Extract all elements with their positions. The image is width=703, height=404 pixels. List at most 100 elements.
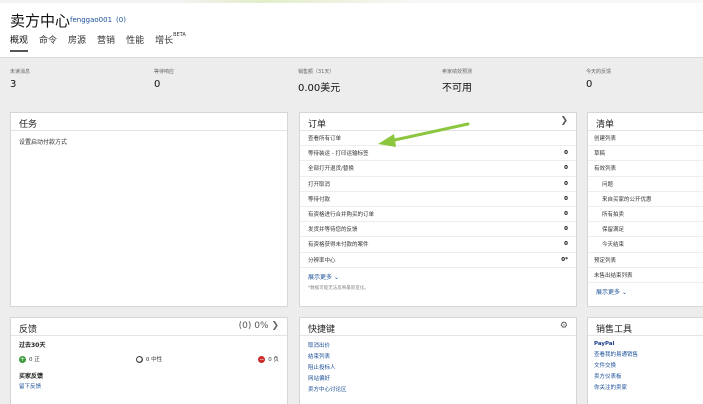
nav-performance[interactable]: 性能: [126, 33, 144, 52]
leave-feedback-link[interactable]: 留下反馈: [11, 380, 287, 392]
stat-label: 卖家绩效预测: [442, 69, 473, 75]
feedback-positive[interactable]: +0 正: [19, 355, 40, 363]
buyer-feedback-title: 买家反馈: [19, 373, 44, 380]
stats-row: 未读消息 3 等待响应 0 销售额（31天） 0.00美元 卖家绩效预测 不可用…: [0, 68, 703, 102]
order-row-label[interactable]: 全部打开退货/替换: [308, 164, 354, 172]
order-row-label[interactable]: 发货并等待您的反馈: [308, 225, 358, 233]
shortcut-link-end-listing[interactable]: 结束列表: [300, 350, 576, 361]
shortcut-link-block-bidder[interactable]: 阻止投标人: [300, 361, 576, 372]
task-item[interactable]: 设置启动付款方式: [11, 131, 287, 152]
listing-row-scheduled[interactable]: 预定列表: [588, 253, 703, 268]
shortcuts-panel: 快捷键 ⚙ 取消出价 结束列表 阻止投标人 网站偏好 卖方中心讨论区: [299, 317, 577, 404]
feedback-score[interactable]: (0) 0% ❯: [239, 321, 279, 331]
main-nav: 概观 命令 房源 营销 性能 增长BETA: [10, 32, 186, 52]
orders-panel-header: 订单 ❯: [300, 113, 576, 131]
nav-listings[interactable]: 房源: [68, 33, 86, 52]
feedback-panel: 反馈 (0) 0% ❯ 过去30天 +0 正 ● 0 中性 −0 负 买家反馈 留…: [10, 317, 288, 404]
nav-orders[interactable]: 命令: [39, 33, 57, 52]
nav-growth-label[interactable]: 增长: [155, 36, 173, 46]
listing-row-questions[interactable]: 问题: [588, 177, 703, 192]
stat-seller-performance[interactable]: 卖家绩效预测 不可用: [442, 68, 472, 94]
order-row-count: 0*: [561, 256, 568, 263]
show-more-label[interactable]: 展示更多: [596, 289, 620, 296]
nav-marketing[interactable]: 营销: [97, 33, 115, 52]
order-row-label[interactable]: 有资格进行合并购买的订单: [308, 210, 374, 218]
chevron-down-icon[interactable]: ⌄: [622, 289, 627, 296]
feedback-negative-count: 0: [268, 357, 272, 363]
feedback-neutral[interactable]: ● 0 中性: [135, 355, 163, 363]
order-row-label[interactable]: 打开取消: [308, 180, 330, 188]
listing-row-reserve-met[interactable]: 保留满足: [588, 222, 703, 238]
gear-icon[interactable]: ⚙: [560, 321, 568, 331]
shortcuts-list: 取消出价 结束列表 阻止投标人 网站偏好 卖方中心讨论区: [300, 336, 576, 394]
feedback-period: 过去30天: [19, 342, 46, 349]
account-link[interactable]: fenggao001 (0): [70, 16, 126, 24]
order-row-unpaid-cases[interactable]: 有资格获得未付款的案件 0: [300, 237, 576, 253]
listing-row-ending-today[interactable]: 今天结束: [588, 237, 703, 253]
chevron-right-icon[interactable]: ❯: [560, 116, 568, 126]
order-row-label[interactable]: 等待付款: [308, 195, 330, 203]
order-row-returns[interactable]: 全部打开退货/替换 0: [300, 161, 576, 177]
stat-sales[interactable]: 销售额（31天） 0.00美元: [298, 68, 340, 94]
order-row-awaiting-feedback[interactable]: 发货并等待您的反馈 0: [300, 222, 576, 238]
tool-link-paypal[interactable]: PayPal: [588, 339, 703, 348]
selling-tools-list: PayPal 查看我的易通销售 文件交换 卖方仪表板 你关注的卖家: [588, 336, 703, 392]
feedback-neutral-label: 中性: [151, 357, 163, 363]
orders-show-more[interactable]: 展示更多 ⌄: [300, 268, 576, 281]
order-row-count: 0: [564, 195, 568, 202]
listings-panel-title: 清单: [588, 113, 703, 131]
listing-row-offers[interactable]: 来自买家的公开优惠: [588, 192, 703, 207]
order-row-awaiting-shipment[interactable]: 等待装运 - 打印运输标签 0: [300, 146, 576, 162]
chevron-down-icon[interactable]: ⌄: [334, 274, 339, 281]
listings-show-more[interactable]: 展示更多 ⌄: [588, 283, 703, 296]
listing-row-drafts[interactable]: 草稿: [588, 146, 703, 162]
feedback-negative[interactable]: −0 负: [258, 355, 279, 363]
feedback-positive-label: 正: [34, 357, 40, 363]
listings-list: 创建列表 草稿 有效列表 问题 来自买家的公开优惠 所有拍卖 保留满足 今天结束…: [588, 131, 703, 283]
stat-label: 未读消息: [10, 69, 31, 75]
order-row-count: 0: [564, 241, 568, 248]
chevron-right-icon[interactable]: ❯: [271, 321, 279, 331]
stat-unread-messages[interactable]: 未读消息 3: [10, 68, 30, 90]
shortcut-link-cancel-bid[interactable]: 取消出价: [300, 339, 576, 350]
stat-todays-feedback[interactable]: 今天的反馈 0: [586, 68, 611, 90]
listing-row-auctions[interactable]: 所有拍卖: [588, 207, 703, 223]
order-row-count: 0: [564, 150, 568, 157]
nav-growth[interactable]: 增长BETA: [155, 32, 186, 52]
tasks-panel: 任务 设置启动付款方式: [10, 112, 288, 307]
stat-value: 不可用: [442, 83, 472, 94]
account-name[interactable]: fenggao001: [70, 16, 112, 24]
tool-link-seller-dashboard[interactable]: 卖方仪表板: [588, 370, 703, 381]
page-title: 卖方中心: [10, 12, 71, 30]
order-row-label[interactable]: 分辨率中心: [308, 256, 336, 264]
order-row-label[interactable]: 查看所有订单: [308, 134, 341, 142]
order-row-awaiting-payment[interactable]: 等待付款 0: [300, 192, 576, 207]
tool-link-my-sales[interactable]: 查看我的易通销售: [588, 348, 703, 359]
order-row-all[interactable]: 查看所有订单: [300, 131, 576, 147]
stat-awaiting-response[interactable]: 等待响应 0: [154, 68, 174, 90]
listing-row-active[interactable]: 有效列表: [588, 161, 703, 177]
order-row-resolution-center[interactable]: 分辨率中心 0*: [300, 253, 576, 268]
feedback-negative-label: 负: [273, 357, 279, 363]
stat-value: 0.00美元: [298, 83, 341, 94]
shortcut-link-site-preferences[interactable]: 网站偏好: [300, 372, 576, 383]
feedback-percent: 0%: [254, 321, 269, 331]
tool-link-followed-sellers[interactable]: 你关注的卖家: [588, 381, 703, 392]
order-row-cancellations[interactable]: 打开取消 0: [300, 177, 576, 192]
stat-value: 3: [10, 79, 17, 90]
listing-row-create[interactable]: 创建列表: [588, 131, 703, 147]
shortcuts-panel-header: 快捷键 ⚙: [300, 318, 576, 336]
feedback-panel-title: 反馈: [19, 325, 38, 335]
stat-label: 销售额（31天）: [298, 69, 335, 75]
order-row-combined-purchase[interactable]: 有资格进行合并购买的订单 0: [300, 207, 576, 223]
order-row-label[interactable]: 等待装运 - 打印运输标签: [308, 149, 368, 157]
header-bar: 卖方中心 fenggao001 (0) 概观 命令 房源 营销 性能 增长BETA: [0, 0, 703, 58]
nav-overview[interactable]: 概观: [10, 33, 29, 52]
order-row-label[interactable]: 有资格获得未付款的案件: [308, 240, 369, 248]
shortcut-link-seller-forum[interactable]: 卖方中心讨论区: [300, 383, 576, 394]
listing-row-unsold[interactable]: 未售出结束列表: [588, 268, 703, 283]
stat-label: 今天的反馈: [586, 69, 612, 75]
tool-link-file-exchange[interactable]: 文件交换: [588, 359, 703, 370]
show-more-label[interactable]: 展示更多: [308, 274, 332, 281]
order-row-count: 0: [564, 211, 568, 218]
